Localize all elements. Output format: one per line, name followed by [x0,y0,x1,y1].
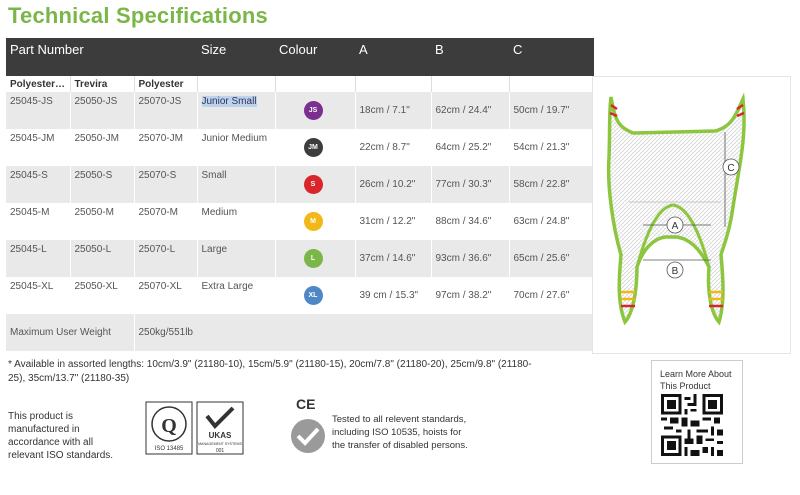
table-subheader-row: Polyester Net Trevira Polyester [6,76,595,92]
footnote: * Available in assorted lengths: 10cm/3.… [8,359,532,384]
cell-b: 62cm / 24.4" [431,92,510,129]
selected-size-text[interactable]: Junior Small [201,96,257,107]
table-row: 25045-JM 25050-JM 25070-JM Junior Medium… [6,129,595,166]
colour-badge: L [303,249,323,268]
qr-code-icon[interactable] [661,394,723,456]
header-c: C [509,38,594,76]
cell-trevira: 25050-JM [70,129,135,166]
ukas-label: UKAS [209,431,232,440]
cell-trevira: 25050-L [70,240,135,277]
cell-polyester-net: 25045-M [6,203,71,240]
tested-statement: Tested to all relevent standards, includ… [332,414,468,451]
header-b: B [431,38,509,76]
cell-polyester-net: 25045-JM [6,129,71,166]
max-weight-row: Maximum User Weight 250kg/551lb [6,314,595,351]
cell-a: 37cm / 14.6" [355,240,432,277]
cell-size: Medium [197,203,276,240]
cell-b: 93cm / 36.6" [431,240,510,277]
cell-c: 54cm / 21.3" [509,129,595,166]
cell-size: Large [197,240,276,277]
spec-table: Part Number Size Colour A B C Polyester … [6,38,595,351]
cell-polyester: 25070-S [134,166,198,203]
cell-b: 88cm / 34.6" [431,203,510,240]
qr-label: Learn More About This Product [660,369,732,391]
qr-panel[interactable]: Learn More About This Product [651,360,743,464]
label-c: C [727,163,734,174]
lloyds-register-logo: Q ISO 13485 [145,401,193,455]
table-row: 25045-L 25050-L 25070-L Large L 37cm / 1… [6,240,595,277]
cell-b: 77cm / 30.3" [431,166,510,203]
cell-a: 26cm / 10.2" [355,166,432,203]
cell-polyester: 25070-JS [134,92,198,129]
colour-badge: XL [303,286,323,305]
header-size: Size [197,38,275,76]
label-b: B [672,266,679,277]
colour-badge: S [303,175,323,194]
colour-badge: M [303,212,323,231]
subheader-trevira: Trevira [70,76,135,92]
colour-badge: JS [303,101,323,120]
cell-polyester-net: 25045-JS [6,92,71,129]
cell-c: 63cm / 24.8" [509,203,595,240]
cell-polyester-net: 25045-XL [6,277,71,314]
colour-badge: JM [303,138,323,157]
iso-label: ISO 13485 [155,446,184,452]
page-title: Technical Specifications [8,3,268,28]
cell-a: 39 cm / 15.3" [355,277,432,314]
cell-a: 31cm / 12.2" [355,203,432,240]
cell-size: Extra Large [197,277,276,314]
sling-body-shape [606,92,746,326]
ukas-num: 001 [216,448,225,454]
sling-illustration: A B C [606,92,746,326]
cell-polyester: 25070-XL [134,277,198,314]
svg-text:Q: Q [161,415,177,437]
ce-mark: CE [296,396,316,412]
max-weight-value: 250kg/551lb [134,314,595,351]
cell-b: 97cm / 38.2" [431,277,510,314]
tested-check-icon [291,419,325,453]
cell-b: 64cm / 25.2" [431,129,510,166]
cell-size: Junior Small [197,92,276,129]
header-part-number: Part Number [6,38,197,76]
sling-diagram: A B C [592,76,791,354]
table-row: 25045-XL 25050-XL 25070-XL Extra Large X… [6,277,595,314]
cell-trevira: 25050-JS [70,92,135,129]
certification-logos: Q ISO 13485 UKAS MANAGEMENT SYSTEMS 001 [145,401,244,455]
table-header-row: Part Number Size Colour A B C [6,38,594,76]
cell-c: 50cm / 19.7" [509,92,595,129]
header-a: A [355,38,431,76]
label-a: A [672,221,679,232]
ukas-logo: UKAS MANAGEMENT SYSTEMS 001 [196,401,244,455]
cell-c: 70cm / 27.6" [509,277,595,314]
subheader-polyester: Polyester [134,76,198,92]
cell-polyester-net: 25045-S [6,166,71,203]
cell-c: 58cm / 22.8" [509,166,595,203]
cell-polyester: 25070-L [134,240,198,277]
table-row: 25045-JS 25050-JS 25070-JS Junior Small … [6,92,595,129]
cell-trevira: 25050-XL [70,277,135,314]
ukas-sub: MANAGEMENT SYSTEMS [198,442,242,446]
cell-a: 22cm / 8.7" [355,129,432,166]
cell-a: 18cm / 7.1" [355,92,432,129]
cell-trevira: 25050-S [70,166,135,203]
header-colour: Colour [275,38,355,76]
cell-trevira: 25050-M [70,203,135,240]
max-weight-label: Maximum User Weight [6,314,135,351]
table-row: 25045-M 25050-M 25070-M Medium M 31cm / … [6,203,595,240]
cell-size: Junior Medium [197,129,276,166]
cell-size: Small [197,166,276,203]
cell-c: 65cm / 25.6" [509,240,595,277]
cell-polyester: 25070-JM [134,129,198,166]
cell-polyester-net: 25045-L [6,240,71,277]
manufacturing-statement: This product is manufactured in accordan… [8,411,114,461]
table-row: 25045-S 25050-S 25070-S Small S 26cm / 1… [6,166,595,203]
subheader-polyester-net: Polyester Net [6,76,71,92]
cell-polyester: 25070-M [134,203,198,240]
